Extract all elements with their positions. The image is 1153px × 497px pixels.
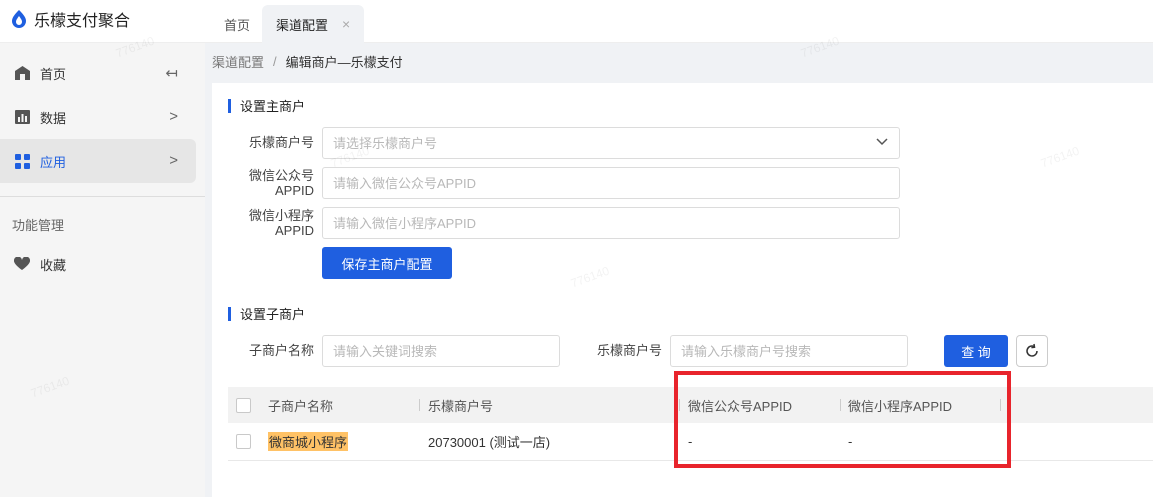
wechat-mp-appid-input[interactable] — [322, 207, 900, 239]
wechat-mp-appid-cell: - — [848, 434, 853, 449]
sidebar: 首页 ↤ 数据 > 应用 > 功能管理 收藏 — [0, 43, 205, 497]
breadcrumb-current: 编辑商户—乐檬支付 — [285, 55, 403, 70]
wechat-oa-appid-cell: - — [688, 434, 693, 449]
merchant-no-cell: 20730001 (测试一店) — [428, 435, 551, 450]
sidebar-item-apps[interactable]: 应用 > — [0, 139, 196, 183]
sub-merchant-name: 微商城小程序 — [268, 432, 349, 451]
sidebar-divider — [0, 196, 205, 197]
wechat-oa-appid-input[interactable] — [322, 167, 900, 199]
merchant-no-select[interactable] — [322, 127, 900, 159]
close-icon[interactable]: × — [342, 16, 350, 32]
top-bar: 乐檬支付聚合 首页 渠道配置 × — [0, 0, 1153, 43]
sub-merchant-name-label: 子商户名称 — [248, 343, 314, 358]
tab-channel-config[interactable]: 渠道配置 × — [262, 5, 365, 43]
sidebar-item-data[interactable]: 数据 > — [0, 95, 196, 139]
column-divider — [679, 399, 680, 411]
section-title-sub-merchant: 设置子商户 — [228, 304, 305, 323]
breadcrumb-parent[interactable]: 渠道配置 — [212, 52, 264, 71]
collapse-sidebar-icon[interactable]: ↤ — [165, 64, 178, 82]
column-header: 微信公众号APPID — [688, 398, 793, 414]
column-header: 微信小程序APPID — [848, 398, 953, 414]
column-header: 子商户名称 — [268, 398, 334, 414]
sidebar-group-label: 功能管理 — [12, 218, 65, 233]
sidebar-item-label: 收藏 — [40, 257, 67, 273]
brand-logo-icon — [12, 10, 26, 28]
select-all-checkbox-cell — [236, 387, 251, 423]
save-main-merchant-button[interactable]: 保存主商户配置 — [322, 247, 452, 279]
merchant-no-label: 乐檬商户号 — [248, 135, 314, 150]
sidebar-item-label: 数据 — [40, 110, 67, 126]
section-title-main-merchant: 设置主商户 — [228, 96, 305, 115]
row-checkbox[interactable] — [236, 434, 251, 449]
label-line: APPID — [274, 223, 314, 238]
apps-icon — [14, 153, 30, 169]
column-divider — [840, 399, 841, 411]
tab-bar: 首页 渠道配置 × — [212, 0, 365, 43]
table-header: 子商户名称 乐檬商户号 微信公众号APPID 微信小程序APPID — [228, 387, 1153, 423]
heart-icon — [14, 256, 30, 272]
column-divider — [419, 399, 420, 411]
section-title-text: 设置子商户 — [240, 307, 306, 322]
chevron-down-icon — [876, 135, 888, 149]
sub-merchant-no-search-input[interactable] — [670, 335, 908, 367]
section-title-text: 设置主商户 — [240, 99, 306, 114]
sidebar-item-label: 应用 — [40, 154, 67, 170]
chart-icon — [14, 109, 30, 125]
sub-merchant-name-cell: 微商城小程序 — [268, 423, 349, 460]
tab-label: 首页 — [224, 17, 251, 33]
breadcrumb-separator: / — [273, 54, 277, 69]
sub-merchant-name-search-input[interactable] — [322, 335, 560, 367]
column-divider — [1000, 399, 1001, 411]
content-card: 设置主商户 乐檬商户号 微信公众号 APPID 微信小程序 APPID 保存主商… — [212, 83, 1153, 497]
sidebar-item-favorites[interactable]: 收藏 — [0, 242, 196, 286]
row-checkbox-cell — [236, 423, 251, 460]
label-line: 微信小程序 — [248, 208, 314, 223]
chevron-right-icon: > — [169, 108, 178, 125]
label-line: APPID — [274, 183, 314, 198]
tab-label: 渠道配置 — [276, 17, 329, 33]
wechat-mp-appid-label: 微信小程序 APPID — [224, 208, 314, 238]
wechat-oa-appid-label: 微信公众号 APPID — [224, 168, 314, 198]
column-header: 乐檬商户号 — [428, 398, 494, 414]
label-line: 微信公众号 — [248, 168, 314, 183]
brand-name: 乐檬支付聚合 — [34, 13, 131, 30]
brand: 乐檬支付聚合 — [10, 8, 130, 30]
query-button[interactable]: 查 询 — [944, 335, 1008, 367]
chevron-right-icon: > — [169, 152, 178, 169]
tab-home[interactable]: 首页 — [212, 5, 262, 43]
sidebar-item-label: 首页 — [40, 66, 67, 82]
select-all-checkbox[interactable] — [236, 397, 251, 413]
sub-merchant-no-label: 乐檬商户号 — [596, 343, 662, 358]
refresh-icon — [1026, 343, 1038, 357]
breadcrumb: 渠道配置 / 编辑商户—乐檬支付 — [212, 52, 403, 71]
table-row[interactable]: 微商城小程序 20730001 (测试一店) - - — [228, 423, 1153, 461]
refresh-button[interactable] — [1016, 335, 1048, 367]
sidebar-item-home[interactable]: 首页 ↤ — [0, 51, 196, 95]
home-icon — [14, 65, 30, 81]
